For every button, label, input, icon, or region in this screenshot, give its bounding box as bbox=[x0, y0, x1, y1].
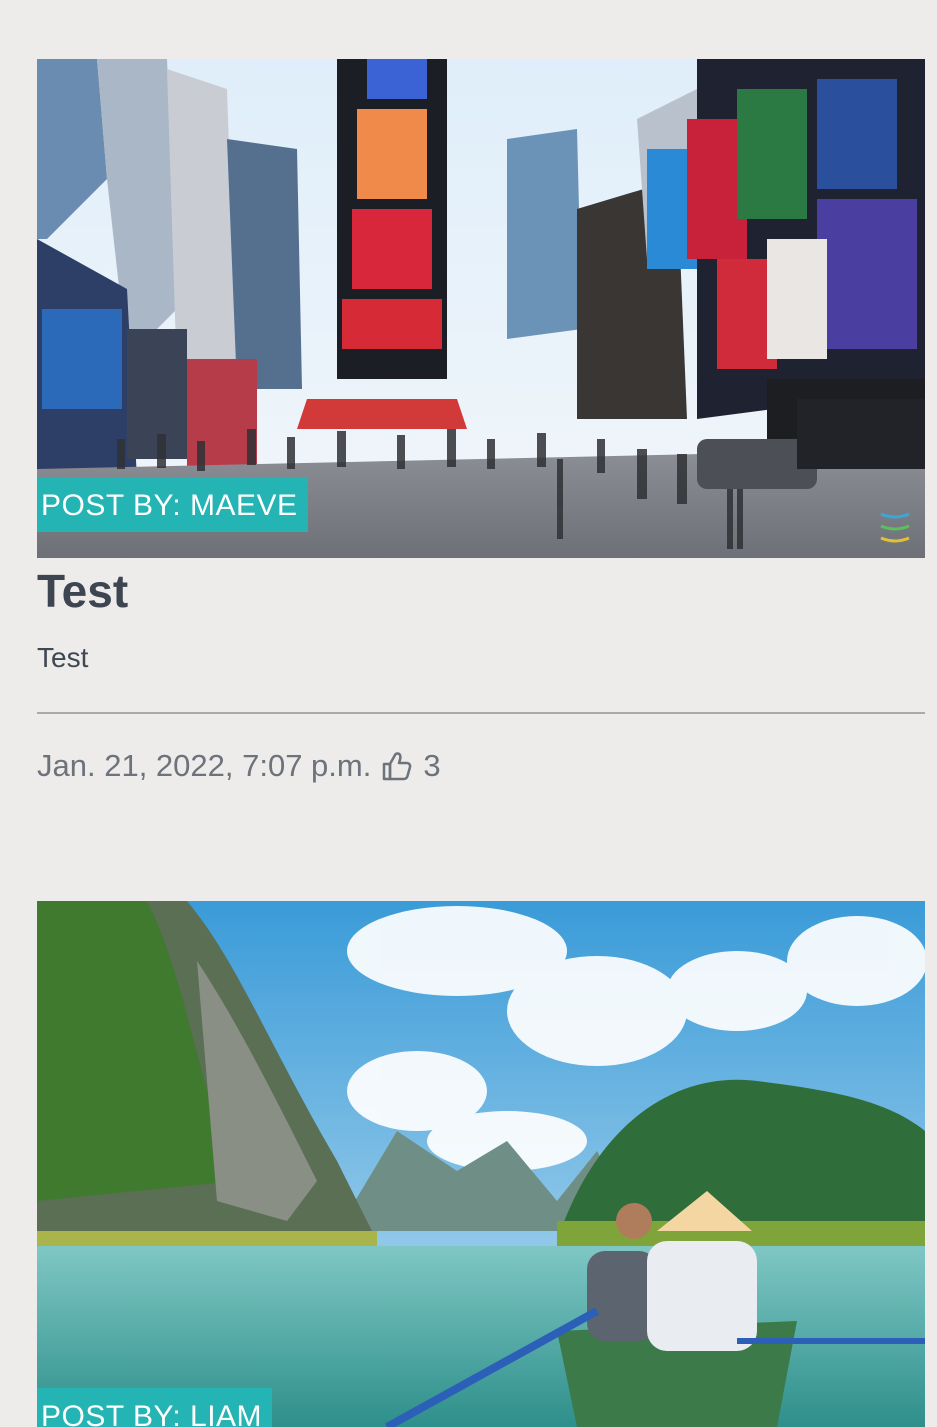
like-count: 3 bbox=[423, 748, 441, 784]
post-card[interactable]: POST BY: LIAM bbox=[37, 901, 925, 1427]
post-card[interactable]: POST BY: MAEVE Test Test Jan. 21, 2022, … bbox=[37, 59, 925, 786]
author-badge[interactable]: POST BY: LIAM bbox=[37, 1388, 273, 1427]
post-date: Jan. 21, 2022, 7:07 p.m. bbox=[37, 748, 372, 784]
post-meta: Jan. 21, 2022, 7:07 p.m. 3 bbox=[37, 746, 925, 786]
post-image-city[interactable]: POST BY: MAEVE bbox=[37, 59, 925, 558]
post-title[interactable]: Test bbox=[37, 566, 925, 617]
thumbs-up-icon[interactable] bbox=[381, 750, 413, 782]
post-feed: POST BY: MAEVE Test Test Jan. 21, 2022, … bbox=[0, 0, 937, 1427]
post-image-river[interactable]: POST BY: LIAM bbox=[37, 901, 925, 1427]
divider bbox=[37, 712, 925, 715]
like-button[interactable]: 3 bbox=[381, 748, 441, 784]
menu-lines-icon[interactable] bbox=[879, 510, 911, 544]
author-badge[interactable]: POST BY: MAEVE bbox=[37, 477, 308, 532]
post-excerpt: Test bbox=[37, 641, 89, 673]
